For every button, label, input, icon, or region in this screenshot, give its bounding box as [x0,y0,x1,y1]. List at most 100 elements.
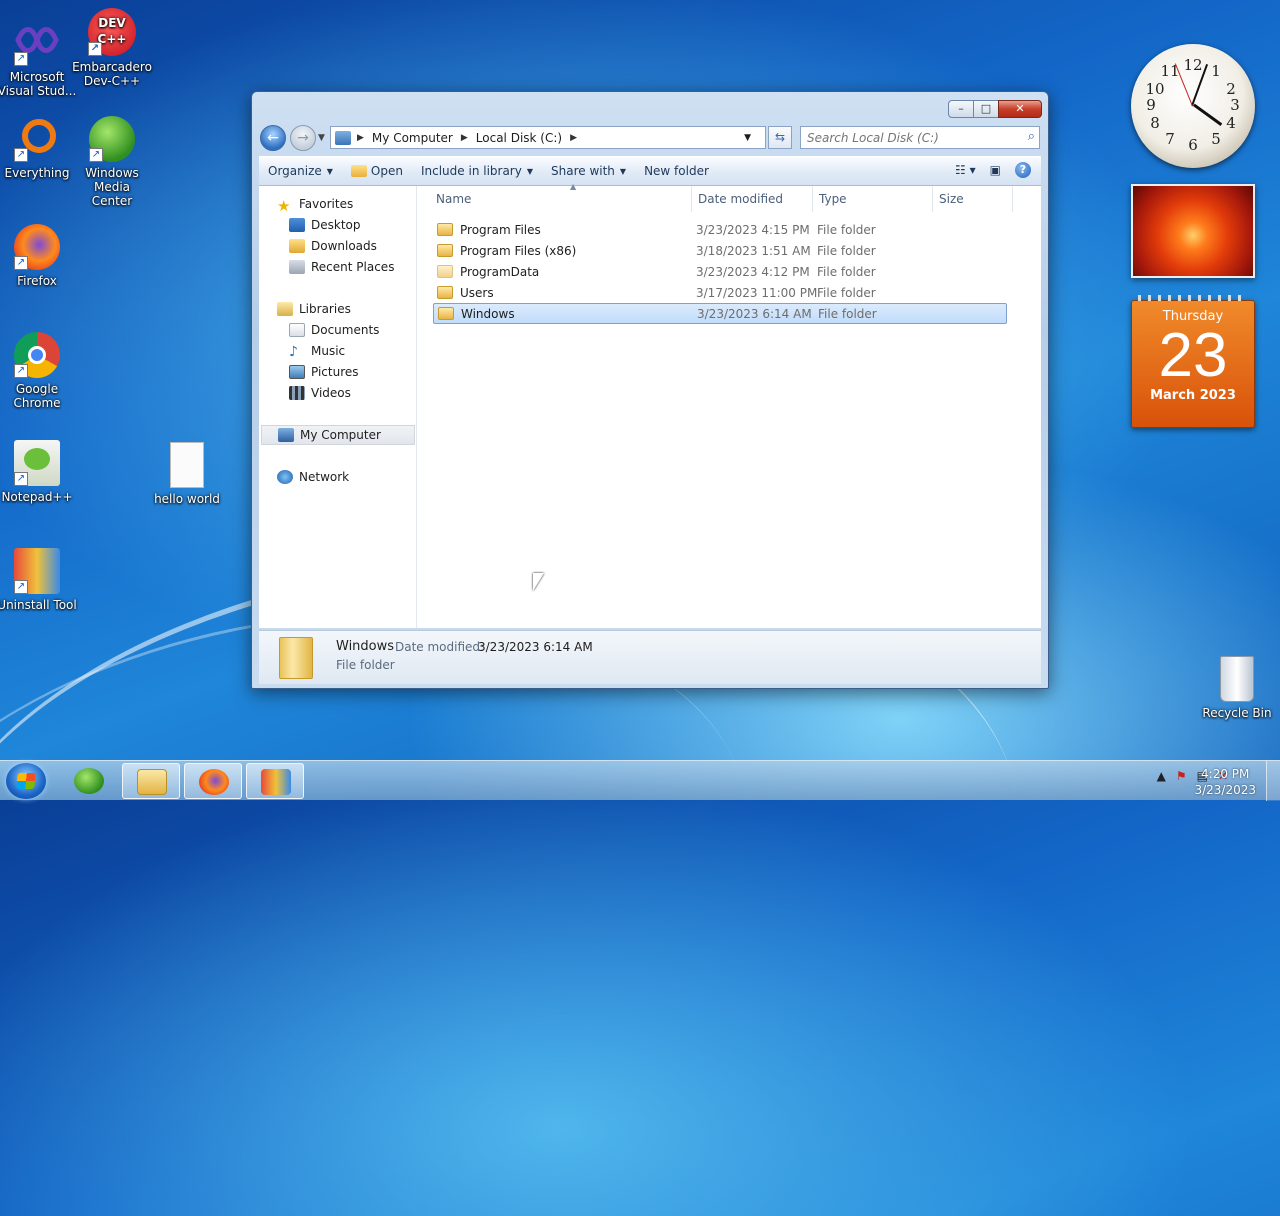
nav-label: Network [299,470,350,484]
nav-downloads[interactable]: Downloads [289,236,377,256]
desktop-icon-notepadpp[interactable]: ↗ Notepad++ [0,440,77,504]
details-type: File folder [336,658,395,672]
tray-expand-icon[interactable]: ▲ [1157,769,1166,783]
desktop-icon-media-center[interactable]: ↗ Windows Media Center [72,116,152,208]
desktop-icon-chrome[interactable]: ↗ Google Chrome [0,332,77,410]
column-label: Name [436,192,472,206]
maximize-button[interactable]: □ [973,100,999,118]
minimize-button[interactable]: – [948,100,974,118]
taskbar-media-center[interactable] [60,763,118,799]
slideshow-gadget[interactable] [1131,184,1255,278]
show-desktop-button[interactable] [1266,761,1280,801]
desktop-icon-firefox[interactable]: ↗ Firefox [0,224,77,288]
nav-my-computer[interactable]: My Computer [261,425,415,445]
file-row-program-files[interactable]: Program Files 3/23/2023 4:15 PM File fol… [433,219,1007,240]
search-box[interactable]: ⌕ [800,126,1040,149]
file-row-programdata[interactable]: ProgramData 3/23/2023 4:12 PM File folde… [433,261,1007,282]
recent-pages-dropdown[interactable]: ▼ [318,133,325,143]
open-button[interactable]: Open [342,157,412,185]
file-row-users[interactable]: Users 3/17/2023 11:00 PM File folder [433,282,1007,303]
breadcrumb-my-computer[interactable]: My Computer [372,131,453,145]
taskbar-explorer[interactable] [122,763,180,799]
nav-recent-places[interactable]: Recent Places [289,257,394,277]
help-icon[interactable]: ? [1015,162,1031,178]
close-button[interactable]: ✕ [998,100,1042,118]
taskbar-firefox[interactable] [184,763,242,799]
file-type: File folder [817,222,876,237]
nav-pictures[interactable]: Pictures [289,362,359,382]
desktop-icon-label: Embarcadero Dev-C++ [72,60,152,88]
breadcrumb-separator-icon[interactable]: ▶ [357,133,364,143]
tray-clock[interactable]: 4:20 PM 3/23/2023 [1194,766,1256,798]
nav-label: Recent Places [311,260,395,274]
desktop-icon-hello-world[interactable]: hello world [147,442,227,506]
calendar-month: March 2023 [1150,388,1236,403]
new-folder-button[interactable]: New folder [635,157,718,185]
chevron-down-icon: ▼ [526,166,533,176]
address-bar[interactable]: ▶ My Computer ▶ Local Disk (C:) ▶ ▼ [330,126,766,149]
nav-network[interactable]: Network [277,467,349,487]
preview-pane-icon[interactable]: ▣ [990,163,1001,177]
uninstall-tool-icon: ↗ [14,548,60,594]
nav-favorites[interactable]: ★ Favorites [277,194,353,215]
column-label: Date modified [698,192,784,206]
details-date-label: Date modified: [395,640,485,654]
clock-gadget[interactable]: 12 1 2 3 4 5 6 7 8 9 10 11 [1131,44,1255,168]
desktop-icon-recycle-bin[interactable]: Recycle Bin [1197,656,1277,720]
details-date-value: 3/23/2023 6:14 AM [478,640,593,654]
firefox-icon [199,769,229,795]
file-date: 3/23/2023 6:14 AM [697,306,812,321]
breadcrumb-local-disk[interactable]: Local Disk (C:) [476,131,562,145]
mouse-cursor-icon [533,573,544,591]
breadcrumb-separator-icon[interactable]: ▶ [461,133,468,143]
start-button[interactable] [6,763,46,799]
clock-number: 9 [1146,96,1156,114]
nav-label: Videos [311,386,351,400]
refresh-button[interactable]: ⇆ [768,126,792,149]
column-header-date-modified[interactable]: Date modified [692,186,813,212]
forward-button[interactable]: → [290,125,316,151]
column-header-name[interactable]: Name ▲ [430,182,692,212]
column-header-size[interactable]: Size [933,186,1013,212]
nav-libraries[interactable]: Libraries [277,299,351,319]
desktop-icon-devcpp[interactable]: DEV C++ ↗ Embarcadero Dev-C++ [72,8,152,88]
include-in-library-button[interactable]: Include in library ▼ [412,157,542,185]
back-arrow-icon: ← [267,130,279,146]
search-icon[interactable]: ⌕ [1028,129,1035,144]
desktop-icon-uninstall-tool[interactable]: ↗ Uninstall Tool [0,548,77,612]
clock-number: 10 [1145,80,1165,98]
search-input[interactable] [801,127,1011,148]
shortcut-arrow-icon: ↗ [14,256,28,270]
nav-desktop[interactable]: Desktop [289,215,361,235]
breadcrumb-separator-icon[interactable]: ▶ [570,133,577,143]
view-options-icon[interactable]: ☷ ▾ [955,163,976,177]
nav-label: Libraries [299,302,351,316]
file-row-program-files-x86[interactable]: Program Files (x86) 3/18/2023 1:51 AM Fi… [433,240,1007,261]
action-center-icon[interactable]: ⚑ [1176,769,1187,783]
desktop-icon-label: Google Chrome [13,382,61,410]
file-row-windows[interactable]: Windows 3/23/2023 6:14 AM File folder [433,303,1007,324]
libraries-icon [277,302,293,316]
shortcut-arrow-icon: ↗ [88,42,102,56]
organize-button[interactable]: Organize ▼ [259,157,342,185]
address-dropdown-icon[interactable]: ▼ [744,133,751,143]
taskbar-uninstall-tool[interactable] [246,763,304,799]
nav-documents[interactable]: Documents [289,320,379,340]
nav-music[interactable]: ♪ Music [289,341,345,361]
sort-ascending-icon: ▲ [570,182,577,191]
share-with-button[interactable]: Share with ▼ [542,157,635,185]
devcpp-icon: DEV C++ ↗ [88,8,136,56]
clock-number: 12 [1183,56,1203,74]
tray-time: 4:20 PM [1201,767,1250,781]
column-header-type[interactable]: Type [813,186,933,212]
desktop-icon-label: Notepad++ [1,490,73,504]
folder-open-icon [350,165,367,177]
desktop-icon-everything[interactable]: ↗ Everything [0,116,77,180]
calendar-gadget[interactable]: Thursday 23 March 2023 [1131,295,1255,428]
back-button[interactable]: ← [260,125,286,151]
pictures-icon [289,365,305,379]
nav-videos[interactable]: Videos [289,383,351,403]
desktop-icon-visual-studio[interactable]: ↗ Microsoft Visual Stud... [0,20,77,98]
navigation-bar: ← → ▼ ▶ My Computer ▶ Local Disk (C:) ▶ … [260,125,1040,151]
clock-number: 3 [1230,96,1240,114]
